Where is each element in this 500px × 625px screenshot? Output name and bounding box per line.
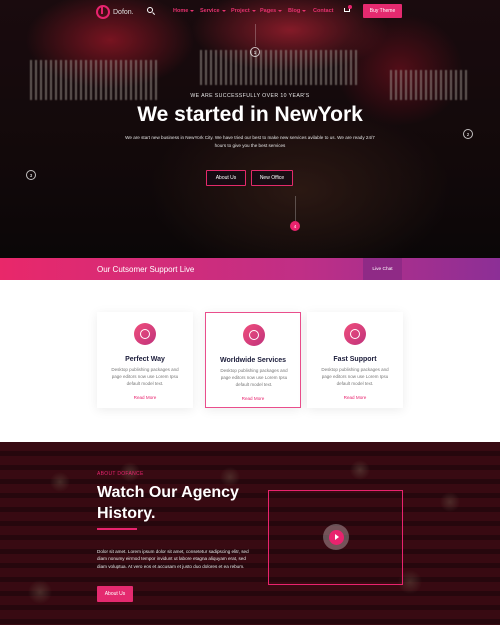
hero-marker-1[interactable]: 1: [250, 47, 260, 57]
hero-content: 1 2 3 WE ARE SUCCESSFULLY OVER 10 YEAR'S…: [0, 0, 500, 258]
menu-item-service[interactable]: Service: [200, 8, 226, 14]
card-title: Worldwide Services: [219, 357, 286, 364]
divider: [295, 196, 296, 221]
live-chat-button[interactable]: Live Chat: [363, 258, 402, 280]
agency-description: Dolor sit amet. Lorem ipsum dolor sit am…: [97, 549, 249, 569]
search-icon[interactable]: [146, 6, 156, 16]
menu-item-blog[interactable]: Blog: [288, 8, 307, 14]
hero-title: We started in NewYork: [137, 103, 363, 126]
card-description: Desktop publishing packages and page edi…: [220, 368, 288, 387]
card-title: Perfect Way: [125, 356, 165, 363]
hero-marker-3[interactable]: 3: [26, 170, 36, 180]
service-card[interactable]: Worldwide Services Desktop publishing pa…: [205, 312, 301, 408]
video-play-area[interactable]: [323, 524, 349, 550]
divider: [255, 24, 256, 46]
video-frame: [268, 490, 403, 585]
hero-section: Dofon. Home Service Project Pages Blog C…: [0, 0, 500, 258]
new-office-button[interactable]: New Office: [251, 170, 293, 186]
read-more-link[interactable]: Read More: [307, 395, 403, 400]
hero-subtitle: WE ARE SUCCESSFULLY OVER 10 YEAR'S: [190, 93, 310, 99]
agency-title: Watch Our Agency History.: [97, 484, 239, 522]
logo[interactable]: Dofon.: [96, 5, 134, 19]
buy-theme-button[interactable]: Buy Theme: [363, 4, 402, 18]
agency-label: ABOUT DOFANCE: [97, 471, 144, 477]
service-card[interactable]: Perfect Way Desktop publishing packages …: [97, 312, 193, 408]
agency-overlay: [0, 442, 500, 625]
logo-text: Dofon.: [113, 8, 134, 16]
chevron-down-icon: [251, 10, 256, 12]
lifebuoy-icon: [344, 323, 366, 345]
agency-section: ABOUT DOFANCE Watch Our Agency History. …: [0, 442, 500, 625]
services-section: Perfect Way Desktop publishing packages …: [0, 280, 500, 442]
read-more-link[interactable]: Read More: [206, 396, 300, 401]
support-band: Our Cutsomer Support Live Live Chat: [0, 258, 500, 280]
chevron-down-icon: [221, 10, 226, 12]
accent-line: [97, 528, 137, 530]
slide-indicator[interactable]: 4: [290, 221, 300, 231]
card-title: Fast Support: [333, 356, 377, 363]
menu-item-contact[interactable]: Contact: [313, 8, 333, 14]
lifebuoy-icon: [243, 324, 265, 346]
hero-description: We are start new business in NewYork Cit…: [125, 135, 375, 148]
read-more-link[interactable]: Read More: [97, 395, 193, 400]
menu-item-pages[interactable]: Pages: [260, 8, 283, 14]
chevron-down-icon: [278, 10, 283, 12]
lifebuoy-icon: [134, 323, 156, 345]
top-navbar: Dofon. Home Service Project Pages Blog C…: [0, 0, 500, 24]
card-description: Desktop publishing packages and page edi…: [111, 367, 179, 386]
chevron-down-icon: [302, 10, 307, 12]
card-description: Desktop publishing packages and page edi…: [321, 367, 389, 386]
logo-icon: [96, 5, 110, 19]
chevron-down-icon: [190, 10, 195, 12]
menu-item-home[interactable]: Home: [173, 8, 195, 14]
about-us-button[interactable]: About Us: [206, 170, 246, 186]
agency-about-button[interactable]: About Us: [97, 586, 133, 602]
service-card[interactable]: Fast Support Desktop publishing packages…: [307, 312, 403, 408]
menu-item-project[interactable]: Project: [231, 8, 256, 14]
cart-icon[interactable]: [343, 5, 352, 14]
play-icon[interactable]: [328, 529, 344, 545]
hero-marker-2[interactable]: 2: [463, 129, 473, 139]
support-title: Our Cutsomer Support Live: [97, 265, 195, 274]
